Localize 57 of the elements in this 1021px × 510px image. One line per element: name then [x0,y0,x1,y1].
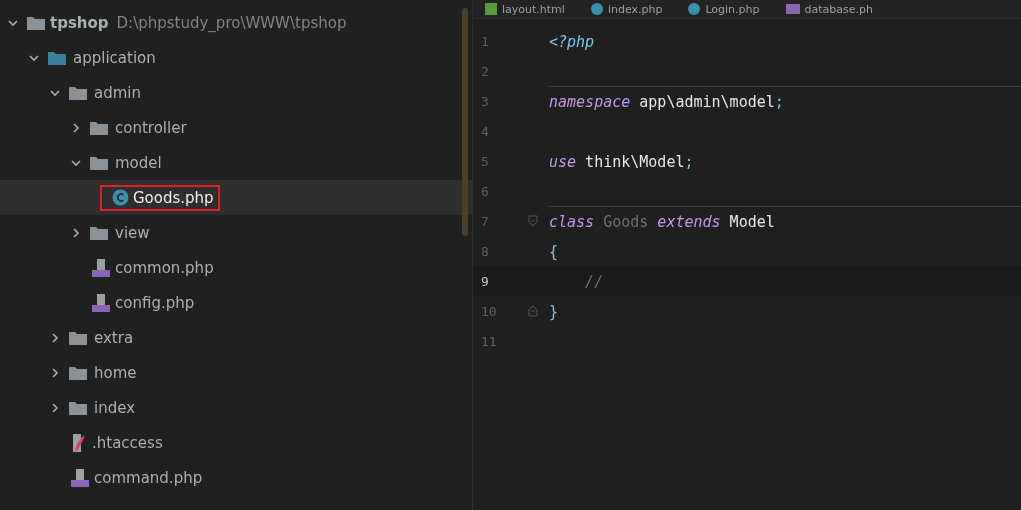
code-line: use think\Model; [549,151,695,173]
folder-name[interactable]: home [82,359,143,386]
editor-tab[interactable]: index.php [590,2,663,16]
line-number: 6 [480,183,490,199]
feather-file-icon [70,432,88,453]
folder-icon [68,364,88,381]
folder-name[interactable]: model [103,149,168,176]
class-file-icon [590,3,603,15]
line-number: 8 [480,243,490,259]
editor-tab[interactable]: database.ph [785,2,873,16]
editor-tab[interactable]: layout.html [485,2,565,16]
class-file-icon [688,3,701,15]
code-line: { [549,241,560,263]
folder-icon [89,119,109,136]
code-line: // [584,271,605,293]
folder-name[interactable]: extra [82,324,140,351]
line-number: 9 [480,273,490,289]
code-line: class Goods extends Model [549,205,1021,237]
folder-icon [68,329,88,346]
line-number: 4 [480,123,490,139]
folder-icon [89,224,109,241]
file-name[interactable]: command.php [58,463,209,492]
html-file-icon [485,3,497,15]
php-file-icon [785,4,800,14]
code-line: } [549,301,560,323]
folder-icon [68,84,88,101]
folder-name[interactable]: view [103,219,156,246]
fold-start-icon[interactable] [528,215,538,227]
scrollbar-thumb[interactable] [462,8,468,236]
line-number: 5 [480,153,490,169]
line-number: 3 [480,93,490,109]
folder-name[interactable]: admin [82,79,147,106]
file-name[interactable]: common.php [79,253,220,282]
php-file-icon [91,292,111,313]
editor-tab[interactable]: Login.php [688,2,760,16]
folder-icon [47,49,67,66]
code-line: namespace app\admin\model; [549,85,1021,117]
file-name[interactable]: config.php [79,288,201,317]
project-name[interactable]: tpshop [50,13,109,32]
project-path: D:\phpstudy_pro\WWW\tpshop [116,13,347,32]
php-file-icon [91,257,111,278]
line-number: 1 [480,33,490,49]
class-file-icon [112,189,129,206]
line-number: 7 [480,213,490,229]
file-name[interactable]: Goods.php [100,184,220,211]
line-number: 11 [480,333,498,349]
folder-name[interactable]: controller [103,114,193,141]
folder-icon [89,154,109,171]
folder-icon [26,14,46,31]
file-name[interactable]: .htaccess [58,428,169,457]
folder-icon [68,399,88,416]
folder-name[interactable]: application [61,44,162,71]
line-number: 2 [480,63,490,79]
php-file-icon [70,467,90,488]
folder-name[interactable]: index [82,394,142,421]
code-line: <?php [549,31,596,53]
line-number: 10 [480,303,498,319]
